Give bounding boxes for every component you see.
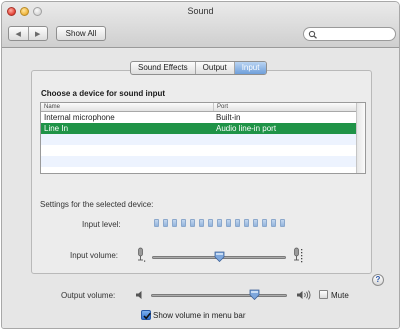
microphone-low-icon	[138, 247, 146, 262]
column-header-name[interactable]: Name	[44, 104, 60, 110]
device-name: Internal microphone	[44, 113, 115, 122]
level-segment	[253, 219, 258, 227]
speaker-high-icon	[297, 290, 311, 300]
level-segment	[217, 219, 222, 227]
input-volume-label: Input volume:	[70, 251, 119, 260]
show-volume-checkbox[interactable]	[141, 310, 151, 320]
level-segment	[208, 219, 213, 227]
output-volume-slider[interactable]	[151, 289, 287, 300]
level-segment	[262, 219, 267, 227]
magnifier-icon	[308, 30, 317, 39]
sound-preferences-window: Sound ◀ ▶ Show All Sound Effects Output …	[1, 1, 400, 329]
show-volume-label: Show volume in menu bar	[153, 311, 246, 320]
column-header-port[interactable]: Port	[213, 103, 228, 111]
help-button[interactable]: ?	[372, 274, 384, 286]
title-bar: Sound ◀ ▶ Show All	[2, 2, 399, 48]
level-segment	[199, 219, 204, 227]
level-segment	[244, 219, 249, 227]
tab-output[interactable]: Output	[194, 62, 234, 74]
settings-label: Settings for the selected device:	[40, 200, 154, 209]
slider-knob[interactable]	[249, 289, 260, 300]
show-all-button[interactable]: Show All	[56, 26, 106, 41]
level-segment	[271, 219, 276, 227]
table-row-empty	[41, 156, 357, 167]
level-segment	[181, 219, 186, 227]
search-input[interactable]	[303, 27, 396, 41]
checkmark-icon	[143, 312, 151, 320]
device-port: Audio line-in port	[216, 124, 277, 133]
back-button[interactable]: ◀	[9, 27, 28, 40]
mute-label: Mute	[331, 291, 349, 300]
device-name: Line In	[44, 124, 69, 133]
back-arrow-icon: ◀	[15, 30, 21, 38]
table-scrollbar[interactable]	[356, 103, 365, 173]
microphone-high-icon	[294, 247, 303, 263]
device-heading: Choose a device for sound input	[41, 89, 166, 98]
output-volume-label: Output volume:	[61, 291, 116, 300]
input-level-label: Input level:	[82, 220, 121, 229]
level-segment	[226, 219, 231, 227]
forward-button[interactable]: ▶	[27, 27, 48, 40]
device-table: Name Port Internal microphone Built-in L…	[40, 102, 366, 174]
back-forward-group: ◀ ▶	[8, 26, 48, 41]
level-segment	[235, 219, 240, 227]
speaker-low-icon	[136, 291, 142, 299]
slider-knob[interactable]	[214, 251, 225, 262]
level-segment	[163, 219, 168, 227]
tab-sound-effects[interactable]: Sound Effects	[131, 62, 195, 74]
slider-track	[151, 294, 287, 297]
level-segment	[172, 219, 177, 227]
input-panel: Choose a device for sound input Name Por…	[31, 70, 384, 286]
mute-checkbox[interactable]	[319, 290, 328, 299]
device-port: Built-in	[216, 113, 241, 122]
tab-bar: Sound Effects Output Input	[130, 61, 268, 75]
table-row-line-in[interactable]: Line In Audio line-in port	[41, 123, 357, 134]
forward-arrow-icon: ▶	[35, 30, 41, 38]
window-title: Sound	[187, 6, 214, 16]
level-segment	[280, 219, 285, 227]
level-segment	[154, 219, 159, 227]
input-level-meter	[154, 219, 285, 227]
table-row-empty	[41, 134, 357, 145]
level-segment	[190, 219, 195, 227]
table-header: Name Port	[41, 103, 357, 112]
input-volume-slider[interactable]	[152, 251, 286, 262]
tab-input[interactable]: Input	[233, 62, 267, 74]
preferences-content: Sound Effects Output Input Choose a devi…	[2, 49, 399, 328]
table-row-internal-microphone[interactable]: Internal microphone Built-in	[41, 112, 357, 123]
